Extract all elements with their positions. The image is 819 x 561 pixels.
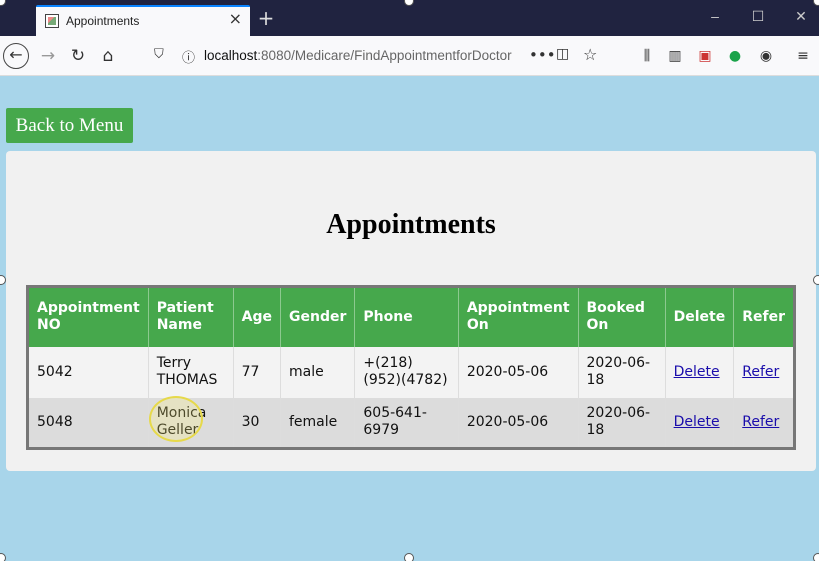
header-booked-on: Booked On	[578, 286, 666, 347]
resize-handle[interactable]	[0, 553, 6, 561]
header-patient-name: Patient Name	[148, 286, 234, 347]
cell-booked-on: 2020-06-18	[578, 346, 666, 398]
cell-appointment-no: 5042	[27, 346, 149, 398]
pocket-icon[interactable]: ◫	[556, 46, 569, 62]
header-phone: Phone	[354, 286, 459, 347]
tracking-shield-icon[interactable]: ⛉	[154, 47, 164, 62]
url-path: :8080/Medicare/FindAppointmentforDoctor	[257, 48, 512, 63]
cell-appointment-no: 5048	[27, 397, 149, 449]
window-close-icon[interactable]: ✕	[791, 8, 811, 25]
favicon-icon	[45, 14, 59, 28]
table-row: 5048 Monica Geller 30 female 605-641-697…	[27, 397, 795, 449]
cell-booked-on: 2020-06-18	[578, 397, 666, 449]
refer-link[interactable]: Refer	[742, 414, 779, 430]
appointments-table: Appointment NO Patient Name Age Gender P…	[26, 285, 796, 450]
minimize-icon[interactable]: –	[705, 8, 725, 24]
back-to-menu-button[interactable]: Back to Menu	[6, 108, 133, 143]
menu-icon[interactable]: ≡	[793, 46, 813, 66]
cell-refer: Refer	[733, 397, 795, 449]
cell-delete: Delete	[665, 346, 735, 398]
cursor-highlight	[149, 396, 203, 442]
back-arrow-icon[interactable]: ←	[3, 43, 29, 69]
browser-nav-bar: ← → ↻ ⌂ ⛉ ⓘ localhost:8080/Medicare/Find…	[0, 36, 819, 76]
sidebar-icon[interactable]: ▥	[665, 46, 685, 66]
url-text[interactable]: localhost:8080/Medicare/FindAppointmentf…	[204, 48, 512, 63]
header-appointment-no: Appointment NO	[27, 286, 149, 347]
cell-appointment-on: 2020-05-06	[458, 397, 579, 449]
tab-close-icon[interactable]: ×	[229, 10, 242, 28]
cell-gender: female	[280, 397, 356, 449]
page-actions-icon[interactable]: •••	[529, 46, 556, 64]
refer-link[interactable]: Refer	[742, 364, 779, 380]
browser-tab[interactable]: Appointments ×	[36, 5, 250, 36]
resize-handle[interactable]	[813, 275, 819, 285]
page-content: Back to Menu Appointments Appointment NO…	[0, 77, 819, 561]
reload-icon[interactable]: ↻	[65, 43, 91, 69]
resize-handle[interactable]	[813, 553, 819, 561]
url-bar[interactable]: ⛉ ⓘ localhost:8080/Medicare/FindAppointm…	[146, 42, 609, 70]
cell-appointment-on: 2020-05-06	[458, 346, 579, 398]
header-delete: Delete	[665, 286, 735, 347]
new-tab-icon[interactable]: +	[255, 6, 277, 30]
resize-handle[interactable]	[404, 553, 414, 561]
header-refer: Refer	[733, 286, 795, 347]
table-row: 5042 Terry THOMAS 77 male +(218) (952)(4…	[27, 346, 795, 398]
cell-refer: Refer	[733, 346, 795, 398]
cell-age: 77	[233, 346, 282, 398]
cell-patient-name: Terry THOMAS	[148, 346, 234, 398]
url-host: localhost	[204, 48, 258, 63]
site-info-icon[interactable]: ⓘ	[182, 47, 195, 66]
cell-phone: +(218) (952)(4782)	[354, 346, 459, 398]
forward-arrow-icon[interactable]: →	[35, 43, 61, 69]
maximize-icon[interactable]: ☐	[748, 8, 768, 25]
appointments-card: Appointments Appointment NO Patient Name…	[6, 151, 816, 471]
cell-delete: Delete	[665, 397, 735, 449]
home-icon[interactable]: ⌂	[95, 43, 121, 69]
cell-gender: male	[280, 346, 356, 398]
grammarly-icon[interactable]: ●	[725, 46, 745, 66]
extension-pocket-icon[interactable]: ▣	[695, 46, 715, 66]
cell-phone: 605-641-6979	[354, 397, 459, 449]
library-icon[interactable]: ⫼	[637, 46, 657, 66]
bookmark-star-icon[interactable]: ☆	[583, 45, 597, 64]
delete-link[interactable]: Delete	[674, 364, 720, 380]
table-header-row: Appointment NO Patient Name Age Gender P…	[27, 286, 795, 347]
page-title: Appointments	[326, 209, 496, 240]
header-gender: Gender	[280, 286, 356, 347]
header-age: Age	[233, 286, 282, 347]
delete-link[interactable]: Delete	[674, 414, 720, 430]
account-icon[interactable]: ◉	[756, 46, 776, 66]
tab-title: Appointments	[66, 14, 140, 28]
cell-age: 30	[233, 397, 282, 449]
header-appointment-on: Appointment On	[458, 286, 579, 347]
